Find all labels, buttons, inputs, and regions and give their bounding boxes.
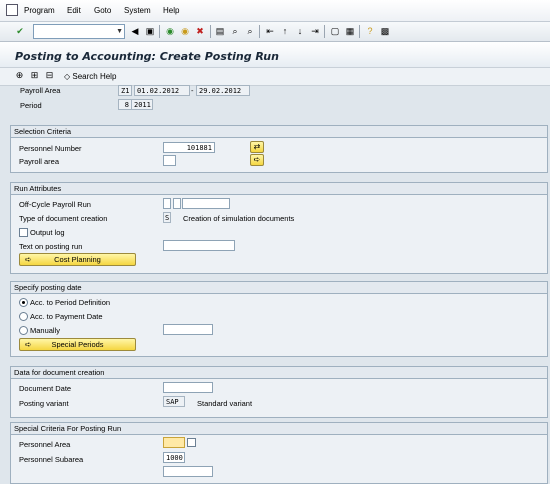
posting-text-label: Text on posting run	[19, 242, 83, 251]
doc-creation-type-label: Type of document creation	[19, 214, 108, 223]
radio-period-definition[interactable]	[19, 298, 28, 307]
shortcut-icon[interactable]: ▦	[344, 25, 356, 37]
application-toolbar: ⊕ ⊞ ⊟ ◇ Search Help	[0, 68, 550, 86]
menu-edit[interactable]: Edit	[67, 6, 81, 15]
selection-criteria-box: Selection Criteria Personnel Number 1018…	[10, 125, 548, 173]
document-date-input[interactable]	[163, 382, 213, 393]
doc-creation-type-text: Creation of simulation documents	[183, 214, 295, 223]
off-cycle-flag-input[interactable]	[163, 198, 171, 209]
command-field[interactable]: ▼	[33, 24, 125, 39]
payroll-area-value: Z1	[118, 85, 132, 96]
execute-icon[interactable]: ⊕	[14, 70, 25, 81]
personnel-subarea-label: Personnel Subarea	[19, 455, 84, 464]
arrow-right-icon: ➪	[25, 340, 32, 349]
radio-payment-date[interactable]	[19, 312, 28, 321]
multiple-selection-arrow-icon[interactable]: ➪	[250, 154, 264, 166]
page-title: Posting to Accounting: Create Posting Ru…	[15, 50, 279, 63]
manual-posting-date-input[interactable]	[163, 324, 213, 335]
run-attributes-box: Run Attributes Off-Cycle Payroll Run Typ…	[10, 182, 548, 274]
posting-date-title: Specify posting date	[14, 283, 82, 292]
posting-variant-label: Posting variant	[19, 399, 69, 408]
cost-planning-button[interactable]: ➪ Cost Planning	[19, 253, 136, 266]
output-log-label: Output log	[30, 228, 65, 237]
personnel-area-input[interactable]	[163, 437, 185, 448]
menu-system[interactable]: System	[124, 6, 151, 15]
posting-date-box: Specify posting date Acc. to Period Defi…	[10, 281, 548, 357]
enter-icon[interactable]: ✔	[14, 25, 26, 37]
personnel-number-label: Personnel Number	[19, 144, 82, 153]
search-help-label: Search Help	[72, 72, 117, 81]
back-arrow-icon[interactable]: ◀	[129, 25, 141, 37]
cancel-icon[interactable]: ✖	[194, 25, 206, 37]
off-cycle-type-input[interactable]	[173, 198, 181, 209]
get-variant-icon[interactable]: ⊞	[29, 70, 40, 81]
radio-period-definition-label: Acc. to Period Definition	[30, 298, 111, 307]
doc-creation-type-value[interactable]: S	[163, 212, 171, 223]
radio-manually[interactable]	[19, 326, 28, 335]
personnel-area-label: Personnel Area	[19, 440, 71, 449]
next-page-icon[interactable]: ↓	[294, 25, 306, 37]
menu-program[interactable]: Program	[24, 6, 55, 15]
save-variant-icon[interactable]: ⊟	[44, 70, 55, 81]
period-to-date: 29.02.2012	[196, 85, 250, 96]
posting-variant-input[interactable]: SAP	[163, 396, 185, 407]
system-toolbar: ✔ ▼ ◀ ▣ ◉ ◉ ✖ ▤ ⌕ ⌕ ⇤ ↑ ↓ ⇥ ▢ ▦ ? ▩	[0, 22, 550, 42]
selection-criteria-title: Selection Criteria	[14, 127, 72, 136]
cost-center-input[interactable]	[163, 466, 213, 477]
menu-bar: Program Edit Goto System Help	[0, 0, 550, 22]
chevron-down-icon[interactable]: ▼	[116, 28, 123, 35]
find-icon[interactable]: ⌕	[229, 25, 241, 37]
personnel-subarea-input[interactable]: 1000	[163, 452, 185, 463]
sap-window-icon[interactable]	[6, 4, 18, 16]
date-range-separator: -	[191, 86, 194, 95]
personnel-number-input[interactable]: 101881	[163, 142, 215, 153]
posting-variant-text: Standard variant	[197, 399, 253, 408]
period-value: 8	[118, 99, 132, 110]
special-criteria-box: Special Criteria For Posting Run Personn…	[10, 422, 548, 484]
special-criteria-title: Special Criteria For Posting Run	[14, 424, 122, 433]
payroll-period-section: Payroll Area Z1 01.02.2012 - 29.02.2012 …	[0, 85, 550, 118]
period-from-date: 01.02.2012	[134, 85, 190, 96]
find-next-icon[interactable]: ⌕	[244, 25, 256, 37]
menu-help[interactable]: Help	[163, 6, 179, 15]
possible-entries-icon[interactable]	[187, 438, 196, 447]
period-year: 2011	[131, 99, 153, 110]
posting-text-input[interactable]	[163, 240, 235, 251]
print-icon[interactable]: ▤	[214, 25, 226, 37]
save-icon[interactable]: ▣	[144, 25, 156, 37]
arrow-right-icon: ➪	[25, 255, 32, 264]
run-attributes-title: Run Attributes	[14, 184, 62, 193]
layout-menu-icon[interactable]: ▩	[379, 25, 391, 37]
first-page-icon[interactable]: ⇤	[264, 25, 276, 37]
search-help-button[interactable]: ◇ Search Help	[64, 72, 116, 81]
title-bar: Posting to Accounting: Create Posting Ru…	[0, 42, 550, 68]
radio-payment-date-label: Acc. to Payment Date	[30, 312, 103, 321]
payroll-area-filter-label: Payroll area	[19, 157, 60, 166]
previous-page-icon[interactable]: ↑	[279, 25, 291, 37]
cost-planning-label: Cost Planning	[54, 255, 101, 264]
new-session-icon[interactable]: ▢	[329, 25, 341, 37]
back-icon[interactable]: ◉	[164, 25, 176, 37]
radio-manually-label: Manually	[30, 326, 61, 335]
special-periods-button[interactable]: ➪ Special Periods	[19, 338, 136, 351]
last-page-icon[interactable]: ⇥	[309, 25, 321, 37]
document-creation-data-title: Data for document creation	[14, 368, 105, 377]
help-icon[interactable]: ?	[364, 25, 376, 37]
exit-icon[interactable]: ◉	[179, 25, 191, 37]
payroll-area-filter-input[interactable]	[163, 155, 176, 166]
output-log-checkbox[interactable]	[19, 228, 28, 237]
period-label: Period	[20, 101, 42, 110]
document-date-label: Document Date	[19, 384, 72, 393]
special-periods-label: Special Periods	[51, 340, 104, 349]
multiple-selection-icon[interactable]: ⇄	[250, 141, 264, 153]
off-cycle-date-input[interactable]	[182, 198, 230, 209]
menu-goto[interactable]: Goto	[94, 6, 111, 15]
off-cycle-label: Off-Cycle Payroll Run	[19, 200, 91, 209]
document-creation-data-box: Data for document creation Document Date…	[10, 366, 548, 418]
payroll-area-label: Payroll Area	[20, 86, 61, 95]
